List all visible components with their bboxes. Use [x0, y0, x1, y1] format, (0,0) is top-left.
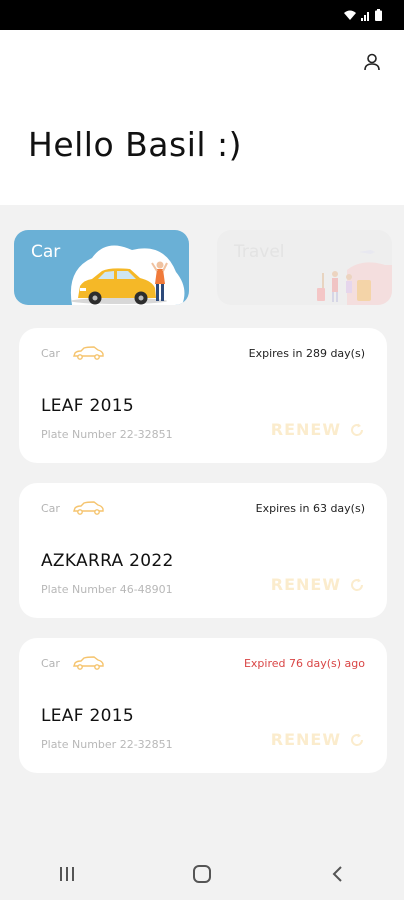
car-icon [73, 656, 104, 670]
plate-number: Plate Number 22-32851 [41, 738, 173, 751]
signal-icon [361, 11, 369, 21]
plate-number: Plate Number 22-32851 [41, 428, 173, 441]
system-nav-bar [0, 848, 404, 900]
insurance-type: Car [41, 347, 60, 360]
category-car-card[interactable]: Car [14, 230, 189, 305]
back-icon [332, 866, 342, 882]
battery-icon [375, 9, 382, 21]
vehicle-name: LEAF 2015 [41, 396, 134, 416]
back-button[interactable] [307, 854, 367, 894]
renew-label: RENEW [270, 730, 341, 749]
expiry-status: Expires in 63 day(s) [255, 502, 365, 515]
recent-apps-icon [60, 867, 75, 881]
expiry-status: Expired 76 day(s) ago [243, 657, 365, 670]
status-icons [343, 9, 382, 21]
home-icon [192, 865, 211, 883]
insurance-card[interactable]: Car Expires in 63 day(s) AZKARRA 2022 Pl… [19, 483, 387, 618]
insurance-type: Car [41, 502, 60, 515]
profile-button[interactable] [360, 50, 384, 74]
vehicle-name: LEAF 2015 [41, 706, 134, 726]
category-travel-card[interactable]: Travel [217, 230, 392, 305]
header: Hello Basil :) [0, 30, 404, 205]
status-bar [0, 0, 404, 30]
travel-illustration [317, 250, 392, 305]
renew-label: RENEW [270, 420, 341, 439]
renew-button[interactable]: RENEW [271, 730, 365, 749]
car-illustration [70, 245, 185, 305]
insurance-card[interactable]: Car Expires in 289 day(s) LEAF 2015 Plat… [19, 328, 387, 463]
recent-apps-button[interactable] [37, 854, 97, 894]
refresh-icon [351, 423, 364, 436]
insurance-card[interactable]: Car Expired 76 day(s) ago LEAF 2015 Plat… [19, 638, 387, 773]
renew-button[interactable]: RENEW [271, 575, 365, 594]
refresh-icon [351, 578, 364, 591]
renew-label: RENEW [270, 575, 341, 594]
greeting-title: Hello Basil :) [28, 125, 243, 164]
expiry-status: Expires in 289 day(s) [248, 347, 365, 360]
wifi-icon [344, 10, 356, 20]
vehicle-name: AZKARRA 2022 [41, 551, 174, 571]
insurance-type: Car [41, 657, 60, 670]
car-icon [73, 501, 104, 515]
person-icon [364, 53, 380, 71]
refresh-icon [351, 733, 364, 746]
renew-button[interactable]: RENEW [271, 420, 365, 439]
plate-number: Plate Number 46-48901 [41, 583, 173, 596]
car-icon [73, 346, 104, 360]
home-button[interactable] [172, 854, 232, 894]
